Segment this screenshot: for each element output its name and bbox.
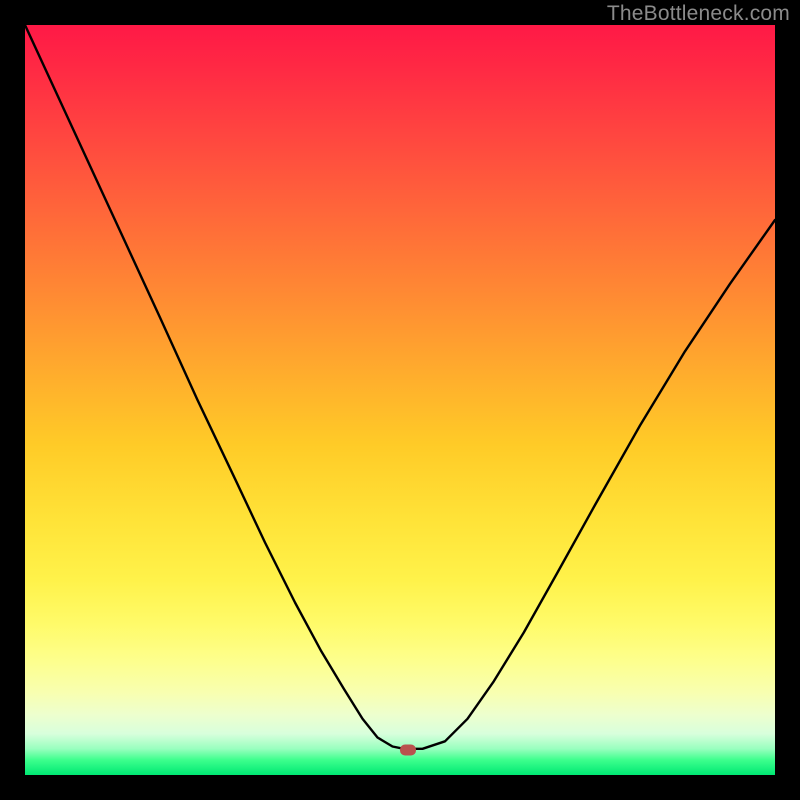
bottleneck-curve (25, 25, 775, 775)
plot-area (25, 25, 775, 775)
optimum-marker (400, 745, 416, 756)
watermark-text: TheBottleneck.com (607, 2, 790, 26)
chart-frame: TheBottleneck.com (0, 0, 800, 800)
